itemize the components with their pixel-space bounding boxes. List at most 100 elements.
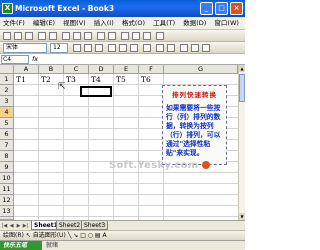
name-box[interactable]: C4 [1,55,29,64]
cell-A1[interactable]: T1 [14,74,26,85]
menu-edit[interactable]: 编辑(E) [30,19,58,27]
tip-note-title: 排列快速转换 [172,91,217,99]
column-header-B[interactable]: B [39,65,64,74]
cursor-select-icon[interactable]: ↖ [26,232,33,239]
undo-icon[interactable] [97,32,105,40]
column-header-F[interactable]: F [139,65,164,74]
scroll-up-arrow-icon[interactable]: ▲ [239,65,245,72]
excel-app-icon[interactable]: X [2,3,13,14]
cut-icon[interactable] [62,32,70,40]
sort-asc-icon[interactable] [132,32,140,40]
column-header-D[interactable]: D [89,65,114,74]
row-header-13[interactable]: 13 [0,206,14,217]
copy-icon[interactable] [73,32,81,40]
minimize-button[interactable]: _ [200,2,213,15]
active-cell-C4[interactable] [80,86,112,97]
align-left-icon[interactable] [108,44,116,52]
cell-F1[interactable]: T6 [139,74,151,85]
gridline [14,183,238,184]
italic-icon[interactable] [84,44,92,52]
scroll-down-arrow-icon[interactable]: ▼ [239,213,245,220]
save-icon[interactable] [25,32,33,40]
font-name-select[interactable]: 宋体 [3,43,47,53]
select-all-corner[interactable] [0,65,14,74]
new-icon[interactable] [3,32,11,40]
wordart-icon[interactable]: A [103,232,107,239]
preview-icon[interactable] [49,32,57,40]
column-header-E[interactable]: E [114,65,139,74]
help-icon[interactable] [156,32,164,40]
gridline [14,216,238,217]
row-header-1[interactable]: 1 [0,74,14,85]
align-right-icon[interactable] [130,44,138,52]
cell-B1[interactable]: T2 [39,74,51,85]
textbox-icon[interactable]: ▤ [95,232,103,239]
paste-icon[interactable] [84,32,92,40]
tip-note-box: 排列快速转换 如果需要将一些按行（列）排列的数据，转换为按列（行）排列，可以通过… [162,85,227,165]
row-header-7[interactable]: 7 [0,140,14,151]
row-header-2[interactable]: 2 [0,85,14,96]
font-size-select[interactable]: 12 [50,43,68,53]
row-header-8[interactable]: 8 [0,151,14,162]
open-icon[interactable] [14,32,22,40]
currency-icon[interactable] [156,44,164,52]
row-header-6[interactable]: 6 [0,129,14,140]
bold-icon[interactable] [73,44,81,52]
menu-window[interactable]: 窗口(W) [211,19,242,27]
menu-format[interactable]: 格式(O) [119,19,148,27]
formula-input[interactable] [44,54,242,65]
row-header-9[interactable]: 9 [0,162,14,173]
autoshapes-menu-button[interactable]: 自选图形(U) [33,232,66,239]
oval-icon[interactable]: ○ [88,232,95,239]
borders-icon[interactable] [180,44,188,52]
align-center-icon[interactable] [119,44,127,52]
rectangle-icon[interactable]: □ [80,232,88,239]
prev-sheet-icon[interactable]: ◀ [8,222,15,230]
row-header-5[interactable]: 5 [0,118,14,129]
taskbar: 快乐五笔 就绪 [0,240,245,250]
sheet-tab-bar: |◀ ◀ ▶ ▶| Sheet1 Sheet2 Sheet3 [0,220,245,230]
close-button[interactable]: × [230,2,243,15]
redo-icon[interactable] [108,32,116,40]
menu-tools[interactable]: 工具(T) [150,19,178,27]
last-sheet-icon[interactable]: ▶| [22,222,29,230]
column-header-G[interactable]: G [164,65,238,74]
underline-icon[interactable] [95,44,103,52]
mouse-cursor-icon: ⇱ [58,82,66,92]
chart-wizard-icon[interactable] [143,32,151,40]
maximize-button[interactable]: □ [215,2,228,15]
cell-E1[interactable]: T5 [114,74,126,85]
row-header-11[interactable]: 11 [0,184,14,195]
window-title: Microsoft Excel - Book3 [15,4,115,13]
menu-file[interactable]: 文件(F) [0,19,28,27]
menu-data[interactable]: 数据(D) [180,19,209,27]
row-header-10[interactable]: 10 [0,173,14,184]
print-icon[interactable] [38,32,46,40]
percent-icon[interactable] [167,44,175,52]
gridline [14,194,238,195]
title-bar: X Microsoft Excel - Book3 _ □ × [0,0,245,17]
cell-D1[interactable]: T4 [89,74,101,85]
autosum-icon[interactable] [121,32,129,40]
ime-button[interactable]: 快乐五笔 [0,241,42,250]
sheet-tab-3[interactable]: Sheet3 [81,221,109,230]
scroll-thumb[interactable] [239,74,245,102]
font-color-icon[interactable] [202,44,210,52]
first-sheet-icon[interactable]: |◀ [1,222,8,230]
column-header-A[interactable]: A [14,65,39,74]
vertical-scrollbar[interactable]: ▲ ▼ [238,65,245,220]
column-header-C[interactable]: C [64,65,89,74]
row-header-12[interactable]: 12 [0,195,14,206]
menu-insert[interactable]: 插入(I) [91,19,117,27]
row-header-3[interactable]: 3 [0,96,14,107]
sheet-tab-2[interactable]: Sheet2 [56,221,84,230]
merge-center-icon[interactable] [143,44,151,52]
row-header-4[interactable]: 4 [0,107,14,118]
gridline [14,172,238,173]
fx-icon[interactable]: fx [32,54,38,65]
yesky-watermark: Soft.Yesky.com [109,160,211,171]
next-sheet-icon[interactable]: ▶ [15,222,22,230]
draw-menu-button[interactable]: 绘图(R) [3,232,24,239]
fill-color-icon[interactable] [191,44,199,52]
menu-view[interactable]: 视图(V) [60,19,89,27]
